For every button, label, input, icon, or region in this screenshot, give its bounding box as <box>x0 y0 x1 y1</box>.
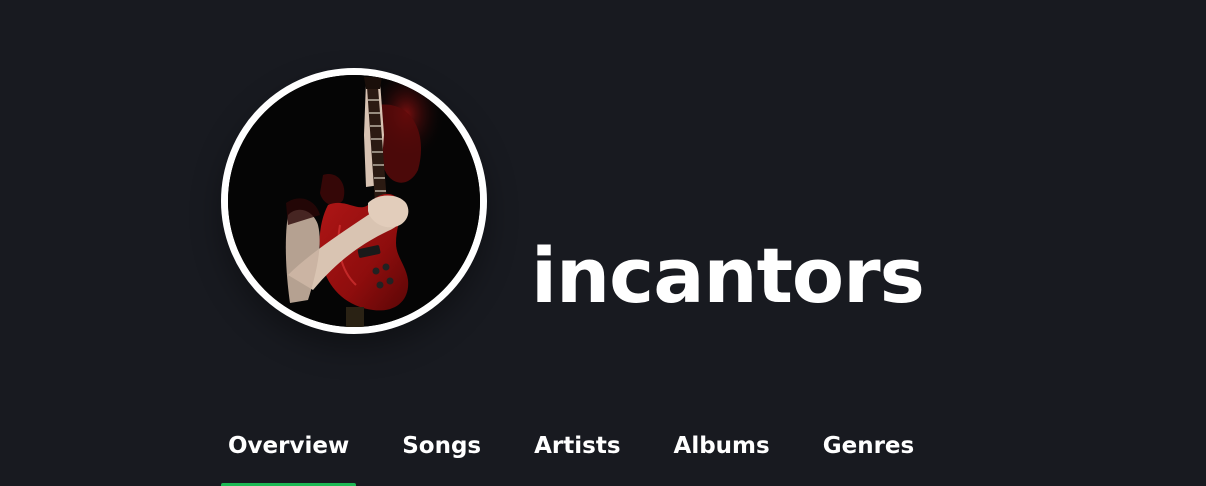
profile-avatar <box>221 68 487 334</box>
profile-username: incantors <box>531 231 925 320</box>
profile-tabs: Overview Songs Artists Albums Genres <box>221 424 960 486</box>
tab-overview[interactable]: Overview <box>221 424 357 486</box>
profile-page: incantors Overview Songs Artists Albums … <box>0 0 1206 486</box>
tab-songs[interactable]: Songs <box>395 424 488 486</box>
tab-artists[interactable]: Artists <box>527 424 627 486</box>
tab-genres[interactable]: Genres <box>816 424 921 486</box>
guitarist-photo-icon <box>228 75 480 327</box>
tab-albums[interactable]: Albums <box>667 424 777 486</box>
